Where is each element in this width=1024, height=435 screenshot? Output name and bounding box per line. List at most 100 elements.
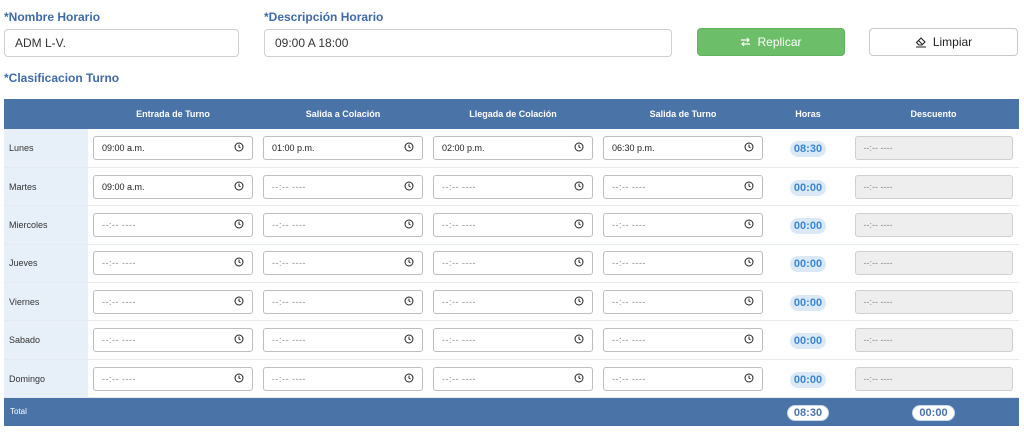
clock-icon[interactable] bbox=[234, 142, 244, 154]
clock-icon[interactable] bbox=[744, 373, 754, 385]
hours-value: 00:00 bbox=[789, 333, 827, 350]
time-value: --:-- ---- bbox=[612, 219, 646, 230]
time-input-salida-colacion[interactable]: --:-- ---- bbox=[263, 251, 423, 276]
clock-icon[interactable] bbox=[234, 181, 244, 193]
time-input-entrada[interactable]: --:-- ---- bbox=[93, 289, 253, 314]
hours-value: 08:30 bbox=[789, 140, 827, 157]
time-input-entrada[interactable]: --:-- ---- bbox=[93, 212, 253, 237]
clock-icon[interactable] bbox=[744, 181, 754, 193]
time-input-salida-colacion[interactable]: --:-- ---- bbox=[263, 328, 423, 353]
time-input-salida-colacion[interactable]: --:-- ---- bbox=[263, 289, 423, 314]
time-value: --:-- ---- bbox=[612, 335, 646, 346]
clock-icon[interactable] bbox=[234, 296, 244, 308]
hours-value: 00:00 bbox=[789, 294, 827, 311]
clock-icon[interactable] bbox=[234, 373, 244, 385]
clock-icon[interactable] bbox=[404, 219, 414, 231]
discount-field: --:-- ---- bbox=[854, 328, 1013, 353]
clock-icon[interactable] bbox=[744, 257, 754, 269]
total-label: Total bbox=[4, 397, 88, 426]
column-header bbox=[4, 99, 88, 129]
time-input-llegada-colacion[interactable]: --:-- ---- bbox=[433, 289, 593, 314]
clock-icon[interactable] bbox=[234, 257, 244, 269]
clock-icon[interactable] bbox=[744, 142, 754, 154]
clock-icon[interactable] bbox=[404, 181, 414, 193]
clock-icon[interactable] bbox=[404, 142, 414, 154]
time-input-salida-turno[interactable]: --:-- ---- bbox=[603, 174, 763, 199]
time-value: --:-- ---- bbox=[272, 219, 306, 230]
time-value: --:-- ---- bbox=[612, 258, 646, 269]
total-discount: 00:00 bbox=[912, 404, 955, 421]
discount-field: --:-- ---- bbox=[854, 366, 1013, 391]
time-input-entrada[interactable]: --:-- ---- bbox=[93, 251, 253, 276]
time-input-entrada[interactable]: 09:00 a.m. bbox=[93, 135, 253, 160]
time-input-salida-turno[interactable]: --:-- ---- bbox=[603, 251, 763, 276]
time-input-llegada-colacion[interactable]: --:-- ---- bbox=[433, 212, 593, 237]
time-input-salida-turno[interactable]: --:-- ---- bbox=[603, 328, 763, 353]
time-input-llegada-colacion[interactable]: 02:00 p.m. bbox=[433, 135, 593, 160]
clock-icon[interactable] bbox=[404, 296, 414, 308]
clock-icon[interactable] bbox=[574, 296, 584, 308]
name-label: *Nombre Horario bbox=[4, 10, 101, 24]
time-value: 02:00 p.m. bbox=[442, 142, 485, 153]
schedule-description-input[interactable]: 09:00 A 18:00 bbox=[264, 29, 672, 57]
time-value: --:-- ---- bbox=[272, 373, 306, 384]
time-input-entrada[interactable]: 09:00 a.m. bbox=[93, 174, 253, 199]
time-input-llegada-colacion[interactable]: --:-- ---- bbox=[433, 251, 593, 276]
time-input-salida-colacion[interactable]: --:-- ---- bbox=[263, 174, 423, 199]
clear-button[interactable]: Limpiar bbox=[869, 28, 1018, 56]
eraser-icon bbox=[915, 36, 927, 48]
schedule-name-input[interactable]: ADM L-V. bbox=[4, 29, 239, 57]
discount-field: --:-- ---- bbox=[854, 174, 1013, 199]
time-input-llegada-colacion[interactable]: --:-- ---- bbox=[433, 174, 593, 199]
time-input-entrada[interactable]: --:-- ---- bbox=[93, 328, 253, 353]
clock-icon[interactable] bbox=[744, 334, 754, 346]
time-value: --:-- ---- bbox=[442, 296, 476, 307]
day-label: Martes bbox=[4, 167, 88, 207]
clock-icon[interactable] bbox=[574, 181, 584, 193]
table-row: Martes 09:00 a.m. --:-- ---- --:-- ---- --:-… bbox=[4, 167, 1019, 207]
time-value: --:-- ---- bbox=[612, 296, 646, 307]
clock-icon[interactable] bbox=[574, 257, 584, 269]
hours-value: 00:00 bbox=[789, 217, 827, 234]
time-value: --:-- ---- bbox=[272, 181, 306, 192]
swap-arrows-icon bbox=[740, 37, 751, 47]
clock-icon[interactable] bbox=[574, 142, 584, 154]
time-input-llegada-colacion[interactable]: --:-- ---- bbox=[433, 328, 593, 353]
time-input-salida-turno[interactable]: --:-- ---- bbox=[603, 366, 763, 391]
day-label: Viernes bbox=[4, 282, 88, 322]
time-value: 09:00 a.m. bbox=[102, 181, 145, 192]
clock-icon[interactable] bbox=[574, 219, 584, 231]
day-label: Domingo bbox=[4, 359, 88, 399]
time-input-salida-turno[interactable]: --:-- ---- bbox=[603, 289, 763, 314]
time-input-salida-turno[interactable]: --:-- ---- bbox=[603, 212, 763, 237]
total-hours: 08:30 bbox=[786, 404, 830, 421]
replicate-button[interactable]: Replicar bbox=[697, 28, 845, 56]
time-input-llegada-colacion[interactable]: --:-- ---- bbox=[433, 366, 593, 391]
clear-button-label: Limpiar bbox=[932, 35, 973, 49]
hours-value: 00:00 bbox=[789, 371, 827, 388]
time-input-entrada[interactable]: --:-- ---- bbox=[93, 366, 253, 391]
discount-field: --:-- ---- bbox=[854, 251, 1013, 276]
time-input-salida-colacion[interactable]: 01:00 p.m. bbox=[263, 135, 423, 160]
time-value: --:-- ---- bbox=[612, 373, 646, 384]
clock-icon[interactable] bbox=[744, 219, 754, 231]
time-value: --:-- ---- bbox=[442, 219, 476, 230]
clock-icon[interactable] bbox=[744, 296, 754, 308]
clock-icon[interactable] bbox=[234, 219, 244, 231]
day-label: Sabado bbox=[4, 320, 88, 360]
time-input-salida-colacion[interactable]: --:-- ---- bbox=[263, 366, 423, 391]
time-value: --:-- ---- bbox=[272, 258, 306, 269]
table-row: Miercoles --:-- ---- --:-- ---- --:-- ---- -… bbox=[4, 205, 1019, 245]
time-input-salida-colacion[interactable]: --:-- ---- bbox=[263, 212, 423, 237]
clock-icon[interactable] bbox=[574, 373, 584, 385]
clock-icon[interactable] bbox=[574, 334, 584, 346]
clock-icon[interactable] bbox=[404, 334, 414, 346]
shift-classification-label: *Clasificacion Turno bbox=[4, 71, 120, 85]
clock-icon[interactable] bbox=[404, 257, 414, 269]
column-header-llegada-colacion: Llegada de Colación bbox=[428, 99, 598, 129]
clock-icon[interactable] bbox=[234, 334, 244, 346]
time-input-salida-turno[interactable]: 06:30 p.m. bbox=[603, 135, 763, 160]
clock-icon[interactable] bbox=[404, 373, 414, 385]
day-label: Jueves bbox=[4, 244, 88, 284]
column-header-horas: Horas bbox=[768, 99, 848, 129]
